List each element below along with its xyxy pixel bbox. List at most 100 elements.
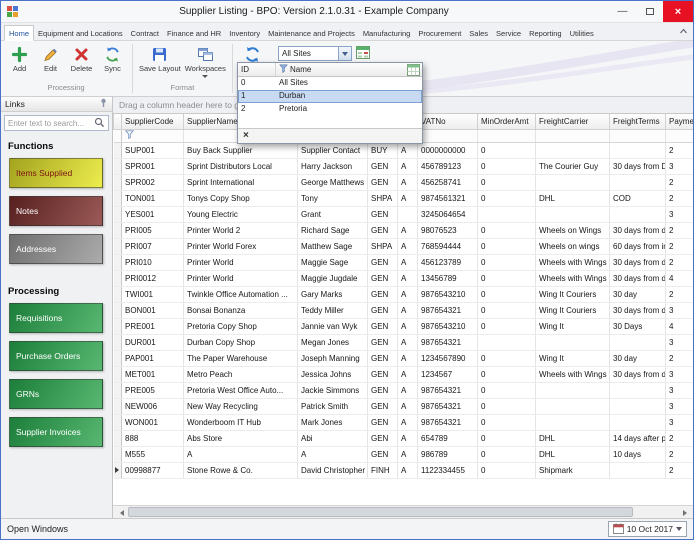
grid-cell[interactable]: Metro Peach — [184, 366, 298, 382]
grid-cell[interactable]: FINH — [368, 462, 398, 478]
grid-cell[interactable]: 768594444 — [418, 238, 478, 254]
grid-cell[interactable]: Durban Copy Shop — [184, 334, 298, 350]
tab-contract[interactable]: Contract — [127, 26, 163, 40]
grid-cell[interactable]: 987654321 — [418, 398, 478, 414]
grid-cell[interactable]: 2 — [666, 238, 694, 254]
processing-button-purchase-orders[interactable]: Purchase Orders — [9, 341, 103, 371]
grid-cell[interactable]: 0 — [478, 430, 536, 446]
grid-cell[interactable]: 2 — [666, 222, 694, 238]
grid-cell[interactable]: 1234567890 — [418, 350, 478, 366]
grid-cell[interactable]: Twinkle Office Automation ... — [184, 286, 298, 302]
grid-cell[interactable]: A — [398, 302, 418, 318]
search-input[interactable] — [8, 119, 94, 128]
grid-cell[interactable]: Wing It Couriers — [536, 302, 610, 318]
grid-cell[interactable]: 0 — [478, 462, 536, 478]
grid-cell[interactable]: A — [398, 382, 418, 398]
grid-cell[interactable]: GEN — [368, 430, 398, 446]
grid-cell[interactable]: 1234567 — [418, 366, 478, 382]
grid-cell[interactable] — [610, 174, 666, 190]
grid-cell[interactable]: GEN — [368, 222, 398, 238]
grid-cell[interactable]: 0 — [478, 414, 536, 430]
dropdown-column-header-name[interactable]: Name — [276, 63, 422, 76]
grid-cell[interactable]: A — [398, 222, 418, 238]
grid-cell[interactable]: A — [398, 350, 418, 366]
table-row[interactable]: SUP001Buy Back SupplierSupplier ContactB… — [114, 142, 694, 158]
grid-cell[interactable]: Wing It — [536, 350, 610, 366]
grid-cell[interactable] — [610, 414, 666, 430]
grid-cell[interactable]: 0 — [478, 446, 536, 462]
processing-button-requisitions[interactable]: Requisitions — [9, 303, 103, 333]
grid-cell[interactable]: 98076523 — [418, 222, 478, 238]
grid-cell[interactable]: 0000000000 — [418, 142, 478, 158]
tab-finance-and-hr[interactable]: Finance and HR — [163, 26, 225, 40]
close-button[interactable]: × — [663, 1, 693, 22]
processing-button-grns[interactable]: GRNs — [9, 379, 103, 409]
tab-sales[interactable]: Sales — [465, 26, 492, 40]
grid-cell[interactable] — [536, 382, 610, 398]
grid-cell[interactable]: A — [398, 174, 418, 190]
column-header-freightterms[interactable]: FreightTerms — [610, 114, 666, 129]
grid-cell[interactable]: GEN — [368, 350, 398, 366]
grid-cell[interactable]: PAP001 — [122, 350, 184, 366]
add-button[interactable]: Add — [4, 44, 35, 75]
grid-cell[interactable] — [536, 206, 610, 222]
grid-cell[interactable]: Tony — [298, 190, 368, 206]
grid-cell[interactable]: GEN — [368, 158, 398, 174]
grid-cell[interactable]: The Paper Warehouse — [184, 350, 298, 366]
grid-cell[interactable]: DHL — [536, 190, 610, 206]
filter-cell[interactable] — [610, 129, 666, 142]
grid-cell[interactable]: 3 — [666, 158, 694, 174]
grid-cell[interactable] — [610, 142, 666, 158]
grid-cell[interactable]: 3 — [666, 382, 694, 398]
table-row[interactable]: SPR001Sprint Distributors LocalHarry Jac… — [114, 158, 694, 174]
table-row[interactable]: PRE005Pretoria West Office Auto...Jackie… — [114, 382, 694, 398]
grid-cell[interactable]: Pretoria West Office Auto... — [184, 382, 298, 398]
grid-cell[interactable]: Tonys Copy Shop — [184, 190, 298, 206]
tab-maintenance-and-projects[interactable]: Maintenance and Projects — [264, 26, 359, 40]
grid-cell[interactable]: SPR002 — [122, 174, 184, 190]
grid-cell[interactable]: NEW006 — [122, 398, 184, 414]
grid-cell[interactable]: 3 — [666, 334, 694, 350]
grid-cell[interactable]: A — [398, 158, 418, 174]
grid-cell[interactable]: TWI001 — [122, 286, 184, 302]
grid-cell[interactable]: A — [398, 398, 418, 414]
grid-cell[interactable]: MET001 — [122, 366, 184, 382]
grid-cell[interactable]: 30 day — [610, 350, 666, 366]
grid-cell[interactable]: Patrick Smith — [298, 398, 368, 414]
grid-cell[interactable]: GEN — [368, 334, 398, 350]
dropdown-row-all-sites[interactable]: 0All Sites — [238, 77, 422, 90]
scroll-left-arrow[interactable] — [114, 507, 126, 518]
grid-cell[interactable]: SHPA — [368, 238, 398, 254]
site-filter-combo[interactable]: All Sites — [278, 46, 352, 61]
grid-cell[interactable]: Wheels on Wings — [536, 222, 610, 238]
grid-cell[interactable]: 654789 — [418, 430, 478, 446]
grid-cell[interactable]: GEN — [368, 254, 398, 270]
grid-cell[interactable]: DHL — [536, 446, 610, 462]
grid-cell[interactable]: M555 — [122, 446, 184, 462]
grid-cell[interactable]: Sprint Distributors Local — [184, 158, 298, 174]
grid-cell[interactable]: Joseph Manning — [298, 350, 368, 366]
grid-cell[interactable]: Wheels with Wings — [536, 254, 610, 270]
grid-cell[interactable]: PRE005 — [122, 382, 184, 398]
grid-cell[interactable]: YES001 — [122, 206, 184, 222]
grid-cell[interactable]: 3245064654 — [418, 206, 478, 222]
tab-reporting[interactable]: Reporting — [525, 26, 566, 40]
grid-cell[interactable] — [478, 334, 536, 350]
function-button-notes[interactable]: Notes — [9, 196, 103, 226]
grid-cell[interactable]: 13456789 — [418, 270, 478, 286]
grid-cell[interactable]: Wonderboom IT Hub — [184, 414, 298, 430]
grid-cell[interactable]: Richard Sage — [298, 222, 368, 238]
tab-service[interactable]: Service — [492, 26, 525, 40]
grid-cell[interactable]: 456789123 — [418, 158, 478, 174]
save-layout-button[interactable]: Save Layout — [137, 44, 183, 75]
grid-cell[interactable]: A — [398, 318, 418, 334]
grid-cell[interactable]: 30 days from delivery — [610, 222, 666, 238]
grid-cell[interactable]: 9874561321 — [418, 190, 478, 206]
grid-cell[interactable]: BUY — [368, 142, 398, 158]
table-row[interactable]: YES001Young ElectricGrantGEN32450646543 — [114, 206, 694, 222]
grid-cell[interactable]: A — [398, 446, 418, 462]
grid-cell[interactable]: SHPA — [368, 190, 398, 206]
grid-cell[interactable] — [536, 398, 610, 414]
grid-cell[interactable]: Buy Back Supplier — [184, 142, 298, 158]
grid-cell[interactable]: Wheels with Wings — [536, 270, 610, 286]
